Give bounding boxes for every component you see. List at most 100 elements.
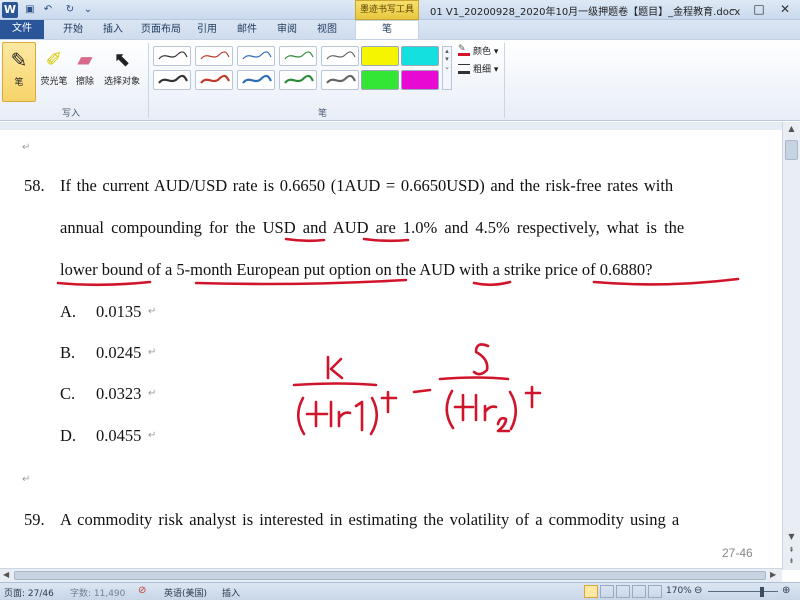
ink-paren-left-2 (445, 389, 455, 430)
ink-tools-context-group: 墨迹书写工具 (355, 0, 419, 20)
tab-references[interactable]: 引用 (192, 21, 222, 39)
ink-minus (412, 388, 432, 394)
thickness-label: 粗细 (473, 65, 492, 75)
eraser-button[interactable]: ▰ 擦除 (72, 42, 98, 102)
horizontal-scrollbar[interactable]: ◀ ▶ (0, 568, 782, 582)
zoom-slider[interactable] (708, 591, 778, 592)
tab-pen[interactable]: 笔 (355, 20, 419, 39)
status-bar: 页面: 27/46 字数: 11,490 ⊘ 英语(美国) 插入 170% ⊖ … (0, 582, 800, 600)
tab-mailings[interactable]: 邮件 (232, 21, 262, 39)
vertical-scrollbar[interactable]: ▲ ▼ ⇞ ⇟ (782, 122, 800, 570)
status-insert-mode[interactable]: 插入 (222, 586, 240, 599)
ink-underline-price (592, 277, 740, 286)
ink-r2 (483, 404, 511, 433)
ink-fraction-bar-2 (438, 376, 510, 381)
thickness-dropdown[interactable]: 粗细 ▾ (473, 62, 498, 75)
pen-style-red-thick[interactable] (195, 70, 233, 90)
pen-color-dropdown[interactable]: 颜色 ▾ (473, 44, 498, 57)
title-bar: W ▣ ↶ ↻ ⌄ 墨迹书写工具 01 V1_20200928_2020年10月… (0, 0, 800, 20)
web-layout-icon[interactable] (616, 585, 630, 598)
pen-style-gray-thin[interactable] (321, 46, 359, 66)
ink-annotations (56, 237, 740, 436)
highlighter-cyan[interactable] (401, 46, 439, 66)
highlighter-yellow[interactable] (361, 46, 399, 66)
outline-view-icon[interactable] (632, 585, 646, 598)
ink-plus-2 (453, 393, 478, 422)
save-icon[interactable]: ▣ (22, 2, 38, 18)
highlighter-button-label: 荧光笔 (40, 77, 68, 87)
horizontal-scroll-thumb[interactable] (14, 571, 766, 580)
status-language[interactable]: 英语(美国) (164, 586, 207, 599)
pen-style-gray-thick[interactable] (321, 70, 359, 90)
ink-underline-usd (284, 237, 326, 243)
group-separator (148, 43, 149, 118)
tab-review[interactable]: 审阅 (272, 21, 302, 39)
redo-icon[interactable]: ↻ (62, 2, 78, 18)
minimize-button[interactable]: – (720, 1, 746, 18)
undo-icon[interactable]: ↶ (40, 2, 56, 18)
tab-insert[interactable]: 插入 (96, 21, 130, 39)
customize-toolbar-icon[interactable]: ⌄ (80, 2, 96, 18)
ink-plus-1 (305, 400, 333, 428)
highlighter-magenta[interactable] (401, 70, 439, 90)
pen-style-green-thick[interactable] (279, 70, 317, 90)
pen-button[interactable]: ✎ 笔 (2, 42, 36, 102)
cursor-arrow-icon: ⬉ (113, 47, 131, 71)
pen-icon: ✎ (10, 48, 28, 72)
tab-home[interactable]: 开始 (56, 21, 90, 39)
close-button[interactable]: ✕ (772, 1, 798, 18)
eraser-icon: ▰ (77, 47, 93, 71)
highlighter-button[interactable]: ✐ 荧光笔 (38, 42, 70, 102)
zoom-in-icon[interactable]: ⊕ (782, 585, 790, 596)
scroll-right-icon[interactable]: ▶ (770, 570, 776, 579)
zoom-out-icon[interactable]: ⊖ (694, 585, 702, 596)
window-title: 01 V1_20200928_2020年10月一级押题卷【题目】_金程教育.do… (430, 7, 741, 18)
gallery-scroll-icon[interactable]: ▴ ▾ ⌄ (442, 46, 452, 90)
scroll-down-icon[interactable]: ▼ (785, 532, 798, 542)
draft-view-icon[interactable] (648, 585, 662, 598)
pen-style-blue-thin[interactable] (237, 46, 275, 66)
select-objects-button-label: 选择对象 (103, 77, 140, 87)
ribbon: ✎ 笔 ✐ 荧光笔 ▰ 擦除 ⬉ 选择对象 写入 ▴ ▾ ⌄ ✎ 颜色 ▾ 粗细 ▾… (0, 39, 800, 121)
status-page[interactable]: 页面: 27/46 (4, 586, 54, 599)
ink-underline-aud (362, 237, 410, 243)
pen-style-blue-thick[interactable] (237, 70, 275, 90)
scroll-up-icon[interactable]: ▲ (785, 124, 798, 136)
pen-color-icon: ✎ (458, 44, 470, 56)
ink-paren-left-1 (296, 396, 306, 436)
status-zoom[interactable]: 170% (666, 586, 692, 596)
pen-button-label: 笔 (14, 78, 24, 88)
group-separator (504, 43, 505, 118)
zoom-slider-thumb[interactable] (760, 587, 764, 597)
highlighter-green[interactable] (361, 70, 399, 90)
next-page-icon[interactable]: ⇟ (785, 557, 798, 567)
ink-paren-right-1 (369, 396, 379, 436)
full-screen-reading-icon[interactable] (600, 585, 614, 598)
ink-paren-right-2 (508, 390, 518, 431)
pen-style-green-thin[interactable] (279, 46, 317, 66)
scroll-left-icon[interactable]: ◀ (3, 570, 9, 579)
print-layout-view-icon[interactable] (584, 585, 598, 598)
select-objects-button[interactable]: ⬉ 选择对象 (100, 42, 144, 102)
pen-style-red-thin[interactable] (195, 46, 233, 66)
tab-file[interactable]: 文件 (0, 20, 44, 39)
pen-style-black-thick[interactable] (153, 70, 191, 90)
tab-page-layout[interactable]: 页面布局 (136, 21, 186, 39)
previous-page-icon[interactable]: ⇞ (785, 546, 798, 556)
group-label-pens: 笔 (318, 109, 328, 119)
ink-s (472, 343, 490, 376)
scroll-thumb[interactable] (785, 140, 798, 160)
ink-t-2 (524, 385, 542, 409)
eraser-button-label: 擦除 (75, 77, 94, 87)
tab-view[interactable]: 视图 (312, 21, 342, 39)
maximize-button[interactable]: □ (746, 1, 772, 18)
word-logo-icon[interactable]: W (2, 2, 18, 18)
status-word-count[interactable]: 字数: 11,490 (70, 586, 125, 599)
ink-r1 (337, 400, 364, 432)
pen-color-label: 颜色 (473, 47, 492, 57)
ribbon-tabs: 文件 开始 插入 页面布局 引用 邮件 审阅 视图 笔 (0, 20, 800, 39)
proofing-icon[interactable]: ⊘ (138, 585, 146, 596)
ruler (0, 122, 800, 130)
ink-k (326, 355, 344, 380)
pen-style-black-thin[interactable] (153, 46, 191, 66)
